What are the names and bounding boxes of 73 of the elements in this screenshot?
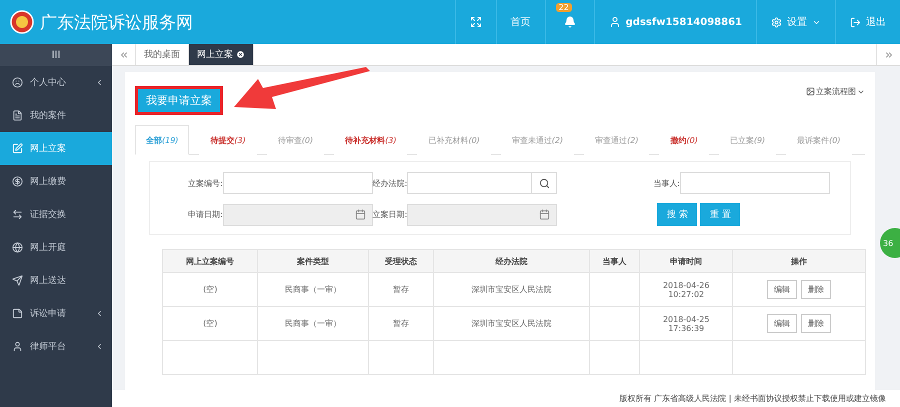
table-cell: 2018-04-26 10:27:02 bbox=[640, 272, 733, 306]
status-tab[interactable]: 全部(19) bbox=[135, 125, 190, 155]
column-header: 当事人 bbox=[589, 250, 640, 272]
close-icon[interactable] bbox=[236, 50, 245, 59]
column-header: 网上立案编号 bbox=[162, 250, 258, 272]
sidebar-item[interactable]: 网上开庭 bbox=[0, 231, 112, 264]
table-cell: 深圳市宝安区人民法院 bbox=[434, 306, 590, 340]
sidebar-item[interactable]: 网上送达 bbox=[0, 264, 112, 297]
field-label: 经办法院: bbox=[372, 178, 408, 188]
delete-button[interactable]: 删除 bbox=[801, 314, 832, 333]
court-field[interactable] bbox=[407, 172, 558, 194]
table-cell: (空) bbox=[162, 272, 258, 306]
site-title: 广东法院诉讼服务网 bbox=[40, 12, 193, 34]
settings-icon bbox=[771, 16, 782, 28]
search-icon bbox=[538, 178, 550, 188]
coin-icon bbox=[12, 176, 23, 187]
table-cell: 深圳市宝安区人民法院 bbox=[434, 272, 590, 306]
image-icon bbox=[806, 87, 815, 96]
chevron-icon bbox=[95, 309, 104, 318]
chevron-icon bbox=[95, 342, 104, 351]
table-cell: 暂存 bbox=[368, 306, 434, 340]
field-label: 当事人: bbox=[653, 178, 680, 188]
table-cell: 2018-04-25 17:36:39 bbox=[640, 306, 733, 340]
column-header: 申请时间 bbox=[640, 250, 733, 272]
sidebar-item[interactable]: 证据交换 bbox=[0, 198, 112, 231]
person-icon bbox=[12, 341, 23, 352]
table-cell bbox=[589, 272, 640, 306]
table-cell: 暂存 bbox=[368, 272, 434, 306]
sidebar-item[interactable]: 网上缴费 bbox=[0, 165, 112, 198]
input-field[interactable] bbox=[222, 172, 373, 194]
date-field[interactable] bbox=[222, 204, 373, 226]
note-icon bbox=[12, 308, 23, 319]
column-header: 经办法院 bbox=[434, 250, 590, 272]
calendar-icon bbox=[354, 209, 366, 220]
court-emblem-icon bbox=[10, 10, 34, 34]
table-cell: (空) bbox=[162, 306, 258, 340]
column-header: 案件类型 bbox=[258, 250, 368, 272]
exchange-icon bbox=[12, 209, 23, 220]
flow-chart-link[interactable]: 立案流程图 bbox=[806, 86, 865, 97]
edit-button[interactable]: 编辑 bbox=[767, 280, 798, 299]
logout-icon bbox=[850, 16, 861, 28]
delete-button[interactable]: 删除 bbox=[801, 280, 832, 299]
field-label: 立案日期: bbox=[372, 209, 408, 220]
sidebar-item[interactable]: 诉讼申请 bbox=[0, 297, 112, 330]
column-header: 操作 bbox=[732, 250, 866, 272]
copyright-text: 版权所有 广东省高级人民法院 | 未经书面协议授权禁止下载使用或建立镜像 bbox=[620, 393, 886, 404]
document-icon bbox=[12, 110, 23, 121]
input-field[interactable] bbox=[680, 172, 830, 194]
sidebar-item[interactable]: 我的案件 bbox=[0, 99, 112, 132]
date-field[interactable] bbox=[407, 204, 558, 226]
table-cell: 民商事（一审） bbox=[258, 306, 368, 340]
sidebar-toggle[interactable]: III bbox=[0, 44, 112, 66]
edit-icon bbox=[12, 143, 23, 154]
notification-badge: 22 bbox=[556, 3, 572, 12]
edit-button[interactable]: 编辑 bbox=[767, 314, 798, 333]
double-chevron-icon bbox=[118, 50, 128, 60]
sidebar-item[interactable]: 个人中心 bbox=[0, 66, 112, 99]
page-tab[interactable]: 网上立案 bbox=[189, 44, 254, 65]
expand-icon bbox=[470, 16, 482, 28]
floating-badge[interactable]: 36 bbox=[880, 228, 900, 258]
globe-icon bbox=[12, 242, 23, 253]
calendar-icon bbox=[539, 209, 550, 220]
column-header: 受理状态 bbox=[368, 250, 434, 272]
bell-icon bbox=[564, 16, 576, 28]
chevron-icon bbox=[95, 78, 104, 87]
field-label: 立案编号: bbox=[188, 178, 223, 188]
double-chevron-icon bbox=[884, 50, 894, 60]
table-cell: 民商事（一审） bbox=[258, 272, 368, 306]
field-label: 申请日期: bbox=[188, 209, 223, 220]
face-icon bbox=[12, 77, 23, 88]
sidebar-item[interactable]: 律师平台 bbox=[0, 330, 112, 363]
paper-plane-icon bbox=[12, 275, 23, 286]
person-icon bbox=[608, 16, 621, 28]
